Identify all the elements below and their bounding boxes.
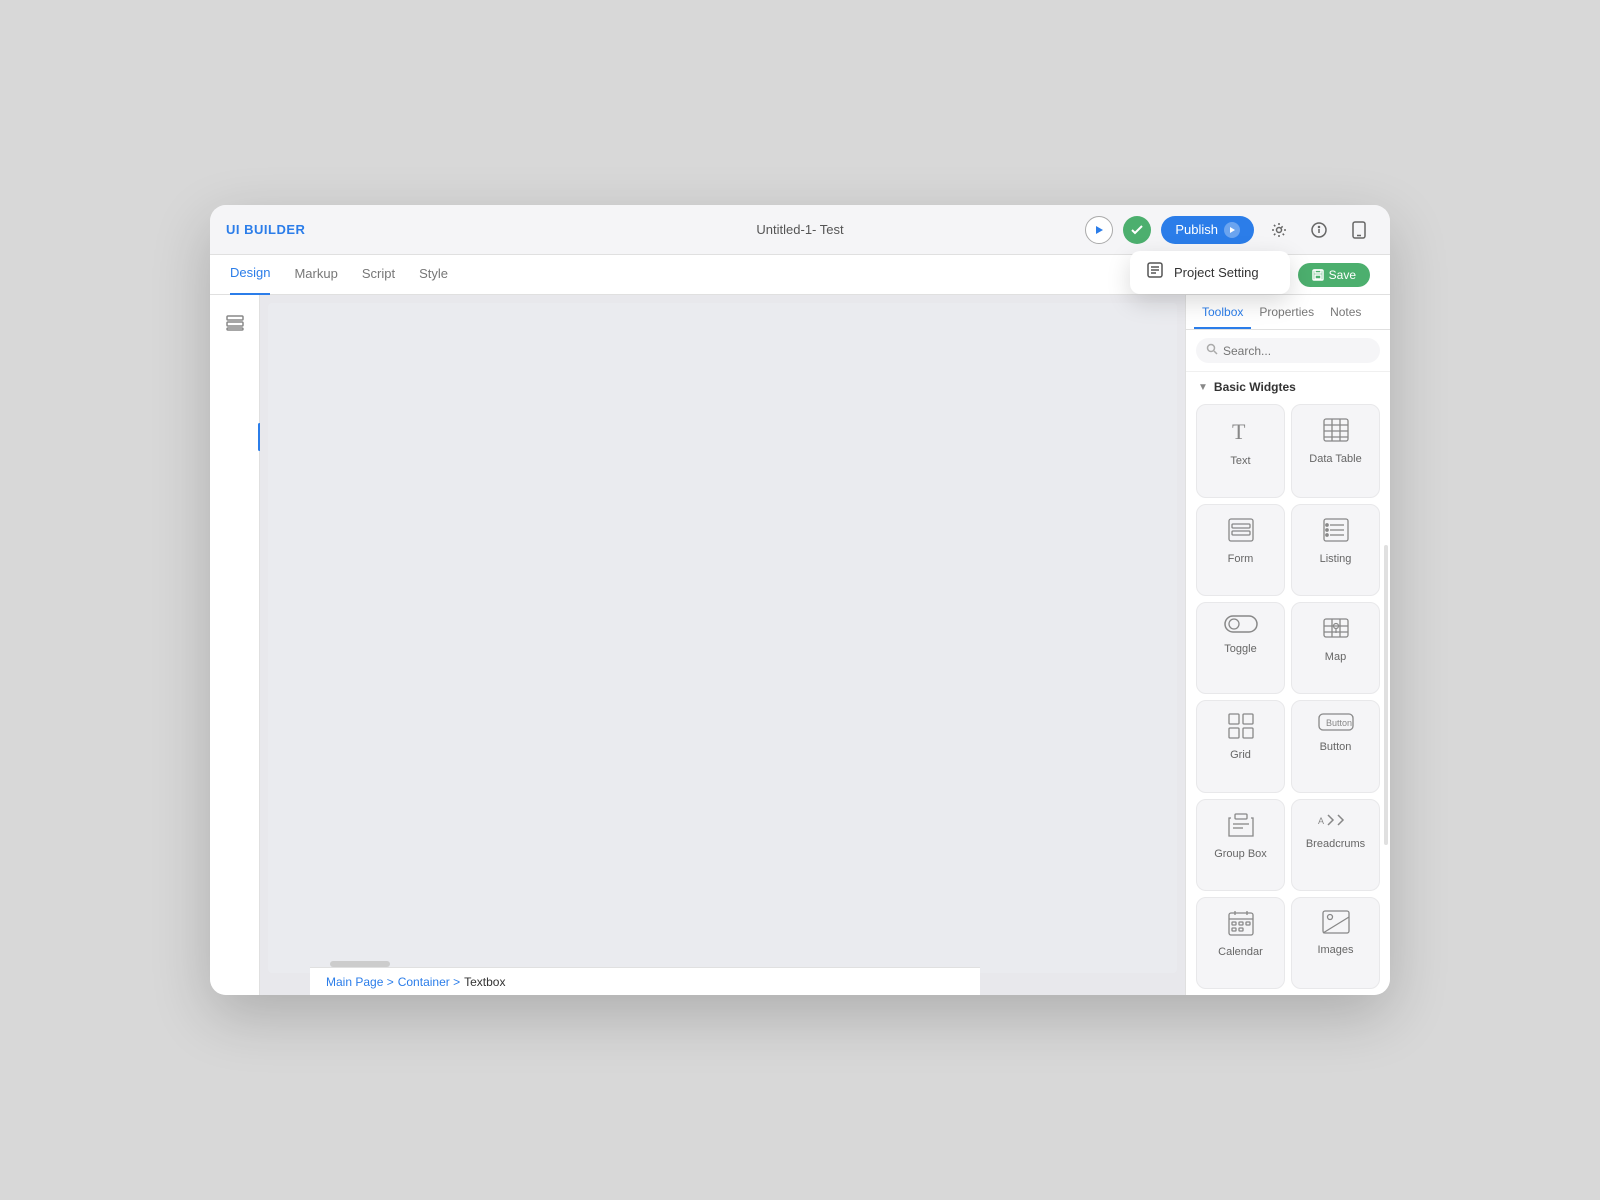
- project-setting-icon: [1146, 261, 1164, 284]
- search-input[interactable]: [1223, 344, 1370, 358]
- breadcrums-widget-icon: A: [1318, 812, 1354, 832]
- search-bar: [1186, 330, 1390, 372]
- widget-images[interactable]: Images: [1291, 897, 1380, 989]
- widget-button[interactable]: Button Button: [1291, 700, 1380, 792]
- publish-arrow-icon: [1224, 222, 1240, 238]
- group-box-widget-icon: [1227, 812, 1255, 842]
- listing-widget-icon: [1322, 517, 1350, 547]
- section-header: ▼ Basic Widgtes: [1186, 372, 1390, 398]
- right-panel-tabs: Toolbox Properties Notes: [1186, 295, 1390, 330]
- mobile-view-button[interactable]: [1344, 215, 1374, 245]
- canvas-inner: [268, 303, 1177, 973]
- widget-text-label: Text: [1230, 455, 1250, 467]
- widget-form-label: Form: [1228, 553, 1254, 565]
- widget-map[interactable]: Map: [1291, 602, 1380, 694]
- grid-widget-icon: [1228, 713, 1254, 743]
- map-widget-icon: [1323, 615, 1349, 645]
- tabs-left: Design Markup Script Style: [230, 255, 448, 295]
- header-right: Publish: [1085, 215, 1374, 245]
- breadcrumb-current: Textbox: [464, 975, 505, 989]
- widget-toggle-label: Toggle: [1224, 643, 1256, 655]
- widget-group-box[interactable]: Group Box: [1196, 799, 1285, 891]
- widget-calendar[interactable]: Calendar: [1196, 897, 1285, 989]
- canvas-area[interactable]: Main Page > Container > Textbox: [260, 295, 1185, 995]
- project-setting-dropdown[interactable]: Project Setting: [1130, 251, 1290, 294]
- rpanel-tab-notes[interactable]: Notes: [1322, 295, 1369, 329]
- svg-text:A: A: [1318, 816, 1324, 826]
- widget-listing[interactable]: Listing: [1291, 504, 1380, 596]
- widget-grid[interactable]: Grid: [1196, 700, 1285, 792]
- rpanel-tab-toolbox[interactable]: Toolbox: [1194, 295, 1251, 329]
- info-button[interactable]: [1304, 215, 1334, 245]
- header-left: UI BUILDER: [226, 222, 305, 237]
- search-icon: [1206, 343, 1218, 358]
- data-table-widget-icon: [1322, 417, 1350, 447]
- widget-button-label: Button: [1320, 741, 1352, 753]
- save-button[interactable]: Save: [1298, 263, 1370, 287]
- tab-design[interactable]: Design: [230, 255, 270, 295]
- main-content: Main Page > Container > Textbox Toolbox …: [210, 295, 1390, 995]
- right-panel: Toolbox Properties Notes: [1185, 295, 1390, 995]
- app-logo: UI BUILDER: [226, 222, 305, 237]
- widget-grid-label: Grid: [1230, 749, 1251, 761]
- settings-button[interactable]: [1264, 215, 1294, 245]
- app-window: UI BUILDER Untitled-1- Test Publish: [210, 205, 1390, 995]
- widget-group-box-label: Group Box: [1214, 848, 1267, 860]
- widget-data-table[interactable]: Data Table: [1291, 404, 1380, 498]
- sidebar-layers-button[interactable]: [219, 307, 251, 339]
- widget-form[interactable]: Form: [1196, 504, 1285, 596]
- widget-data-table-label: Data Table: [1309, 453, 1361, 465]
- tab-style[interactable]: Style: [419, 255, 448, 295]
- check-button[interactable]: [1123, 216, 1151, 244]
- tab-script[interactable]: Script: [362, 255, 395, 295]
- search-input-wrap: [1196, 338, 1380, 363]
- widget-images-label: Images: [1317, 944, 1353, 956]
- breadcrumb-bar: Main Page > Container > Textbox: [310, 967, 980, 995]
- breadcrumb-container[interactable]: Container >: [398, 975, 460, 989]
- publish-button[interactable]: Publish: [1161, 216, 1254, 244]
- rpanel-tab-properties[interactable]: Properties: [1251, 295, 1322, 329]
- toggle-widget-icon: [1224, 615, 1258, 637]
- breadcrumb-main[interactable]: Main Page >: [326, 975, 394, 989]
- svg-text:T: T: [1232, 419, 1246, 444]
- right-panel-scrollbar[interactable]: [1384, 545, 1388, 845]
- form-widget-icon: [1227, 517, 1255, 547]
- svg-text:Button: Button: [1326, 718, 1352, 728]
- widget-breadcrums-label: Breadcrums: [1306, 838, 1365, 850]
- text-widget-icon: T: [1227, 417, 1255, 449]
- calendar-widget-icon: [1228, 910, 1254, 940]
- header: UI BUILDER Untitled-1- Test Publish: [210, 205, 1390, 255]
- widget-toggle[interactable]: Toggle: [1196, 602, 1285, 694]
- left-sidebar: [210, 295, 260, 995]
- widget-listing-label: Listing: [1320, 553, 1352, 565]
- widgets-grid: T Text: [1186, 398, 1390, 995]
- widget-text[interactable]: T Text: [1196, 404, 1285, 498]
- project-setting-label: Project Setting: [1174, 265, 1259, 280]
- widget-breadcrums[interactable]: A Breadcrums: [1291, 799, 1380, 891]
- play-button[interactable]: [1085, 216, 1113, 244]
- widget-calendar-label: Calendar: [1218, 946, 1263, 958]
- widget-map-label: Map: [1325, 651, 1346, 663]
- button-widget-icon: Button: [1318, 713, 1354, 735]
- document-title: Untitled-1- Test: [756, 222, 843, 237]
- collapse-icon[interactable]: ▼: [1198, 382, 1208, 393]
- images-widget-icon: [1322, 910, 1350, 938]
- tab-markup[interactable]: Markup: [294, 255, 337, 295]
